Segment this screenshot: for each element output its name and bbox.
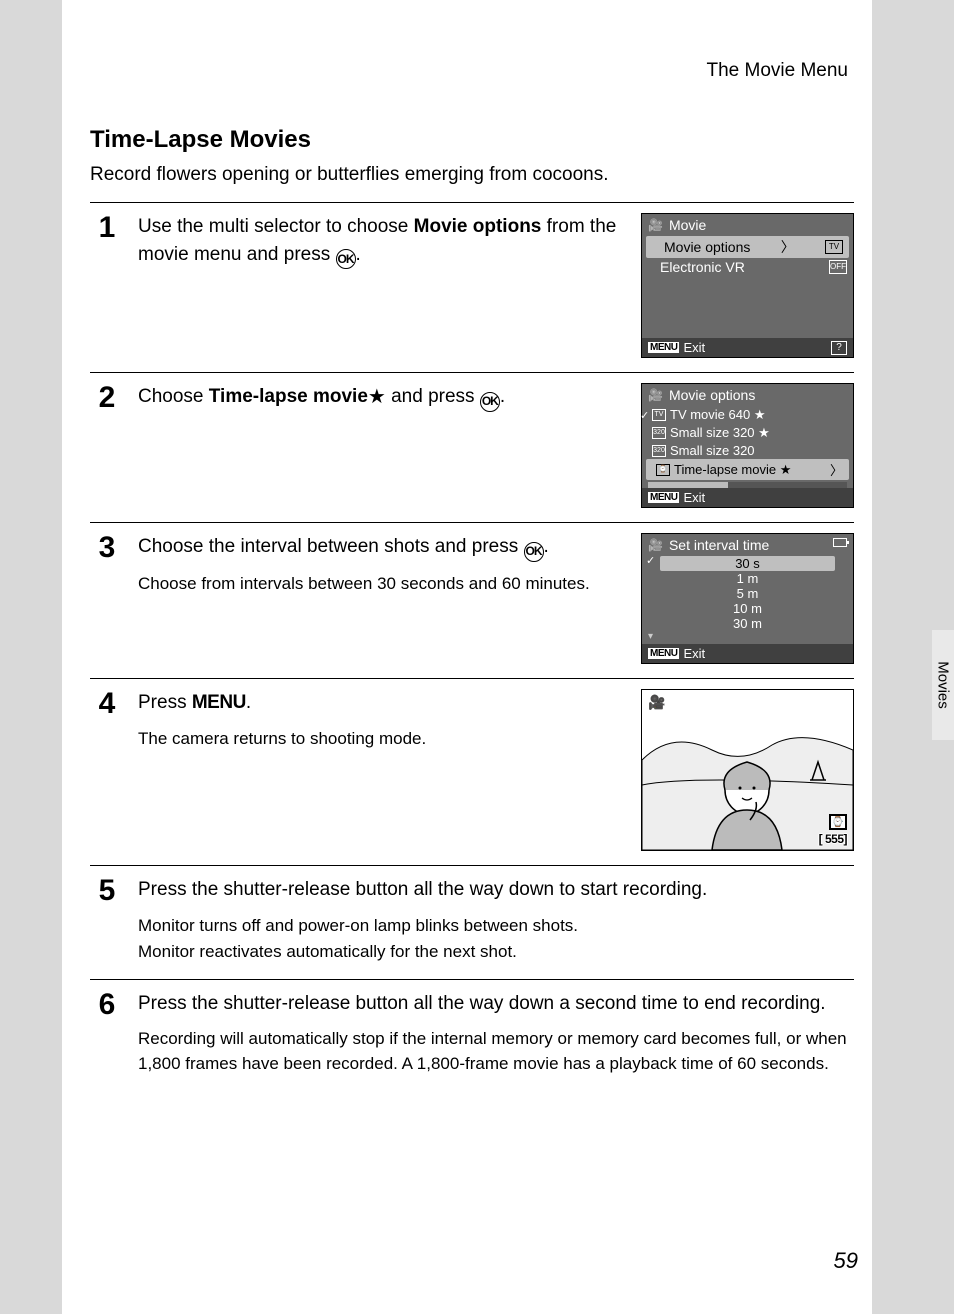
step-5: 5 Press the shutter-release button all t… xyxy=(90,865,854,979)
step-6: 6 Press the shutter-release button all t… xyxy=(90,979,854,1091)
off-badge-icon: OFF xyxy=(829,260,847,274)
menu-chip-icon: MENU xyxy=(648,342,679,353)
step-4: 4 Press MENU. The camera returns to shoo… xyxy=(90,678,854,865)
step-number: 6 xyxy=(90,990,124,1077)
ok-icon: OK xyxy=(336,249,356,269)
ok-icon: OK xyxy=(480,392,500,412)
interval-1m: 1 m xyxy=(660,571,835,586)
interval-30m: 30 m xyxy=(660,616,835,631)
check-icon: ✓ xyxy=(646,554,655,567)
step-text: Choose the interval between shots and pr… xyxy=(138,533,623,562)
menu-item-movie-options: Movie options 〉 TV xyxy=(646,236,849,258)
step-text: Press the shutter-release button all the… xyxy=(138,876,854,904)
step-number: 1 xyxy=(90,213,124,358)
step-text: Press the shutter-release button all the… xyxy=(138,990,854,1018)
frame-counter: [ 555] xyxy=(819,832,847,846)
size-icon: 320 xyxy=(652,427,666,439)
lcd-screenshot-movie-menu: Movie Movie options 〉 TV Electronic VR O… xyxy=(641,213,854,358)
chevron-right-icon: 〉 xyxy=(781,237,795,257)
interval-10m: 10 m xyxy=(660,601,835,616)
menu-chip-icon: MENU xyxy=(648,492,679,503)
lcd-screenshot-interval: Set interval time ✓ 30 s 1 m 5 m 10 m 30… xyxy=(641,533,854,664)
step-subtext: Monitor reactivates automatically for th… xyxy=(138,940,854,965)
ok-icon: OK xyxy=(524,542,544,562)
manual-page: The Movie Menu Time-Lapse Movies Record … xyxy=(62,0,872,1314)
step-2: 2 Choose Time-lapse movie★ and press OK.… xyxy=(90,372,854,522)
timelapse-icon: ⌚ xyxy=(656,464,670,476)
star-icon: ★ xyxy=(368,386,386,408)
section-header: The Movie Menu xyxy=(90,60,854,82)
step-text: Use the multi selector to choose Movie o… xyxy=(138,213,623,269)
movie-icon xyxy=(648,538,663,552)
page-title: Time-Lapse Movies xyxy=(90,126,854,154)
lcd-screenshot-movie-options: Movie options ✓TVTV movie 640 ★ 320Small… xyxy=(641,383,854,508)
menu-chip-icon: MENU xyxy=(648,648,679,659)
step-number: 5 xyxy=(90,876,124,965)
tv-badge-icon: TV xyxy=(825,240,843,254)
section-tab: Movies xyxy=(932,630,954,740)
step-subtext: Monitor turns off and power-on lamp blin… xyxy=(138,914,854,939)
option-small-320: 320Small size 320 xyxy=(642,442,853,459)
page-subtitle: Record flowers opening or butterflies em… xyxy=(90,164,854,186)
option-time-lapse: ⌚Time-lapse movie ★〉 xyxy=(646,459,849,480)
scrollbar xyxy=(648,482,847,488)
movie-icon xyxy=(648,388,663,402)
lcd-screenshot-shooting: 🎥 ⌚ xyxy=(641,689,854,851)
tv-size-icon: TV xyxy=(652,409,666,421)
option-small-320-star: 320Small size 320 ★ xyxy=(642,424,853,442)
interval-30s: 30 s xyxy=(660,556,835,571)
menu-item-electronic-vr: Electronic VR OFF xyxy=(642,258,853,276)
chevron-right-icon: 〉 xyxy=(830,460,843,479)
movie-icon: 🎥 xyxy=(648,694,665,711)
step-number: 2 xyxy=(90,383,124,508)
size-icon: 320 xyxy=(652,445,666,457)
movie-icon xyxy=(648,218,663,232)
timelapse-mode-icon: ⌚ xyxy=(829,814,847,830)
step-number: 3 xyxy=(90,533,124,664)
step-subtext: Choose from intervals between 30 seconds… xyxy=(138,572,623,597)
step-number: 4 xyxy=(90,689,124,851)
battery-icon xyxy=(833,538,847,547)
chevron-down-icon: ▾ xyxy=(642,631,853,642)
step-subtext: The camera returns to shooting mode. xyxy=(138,727,623,752)
step-text: Press MENU. xyxy=(138,689,623,717)
page-number: 59 xyxy=(834,1248,858,1274)
check-icon: ✓ xyxy=(640,409,649,422)
step-3: 3 Choose the interval between shots and … xyxy=(90,522,854,678)
step-subtext: Recording will automatically stop if the… xyxy=(138,1027,854,1076)
option-tv-movie: ✓TVTV movie 640 ★ xyxy=(642,406,853,424)
step-text: Choose Time-lapse movie★ and press OK. xyxy=(138,383,623,412)
interval-5m: 5 m xyxy=(660,586,835,601)
help-icon: ? xyxy=(831,341,847,355)
step-1: 1 Use the multi selector to choose Movie… xyxy=(90,202,854,372)
